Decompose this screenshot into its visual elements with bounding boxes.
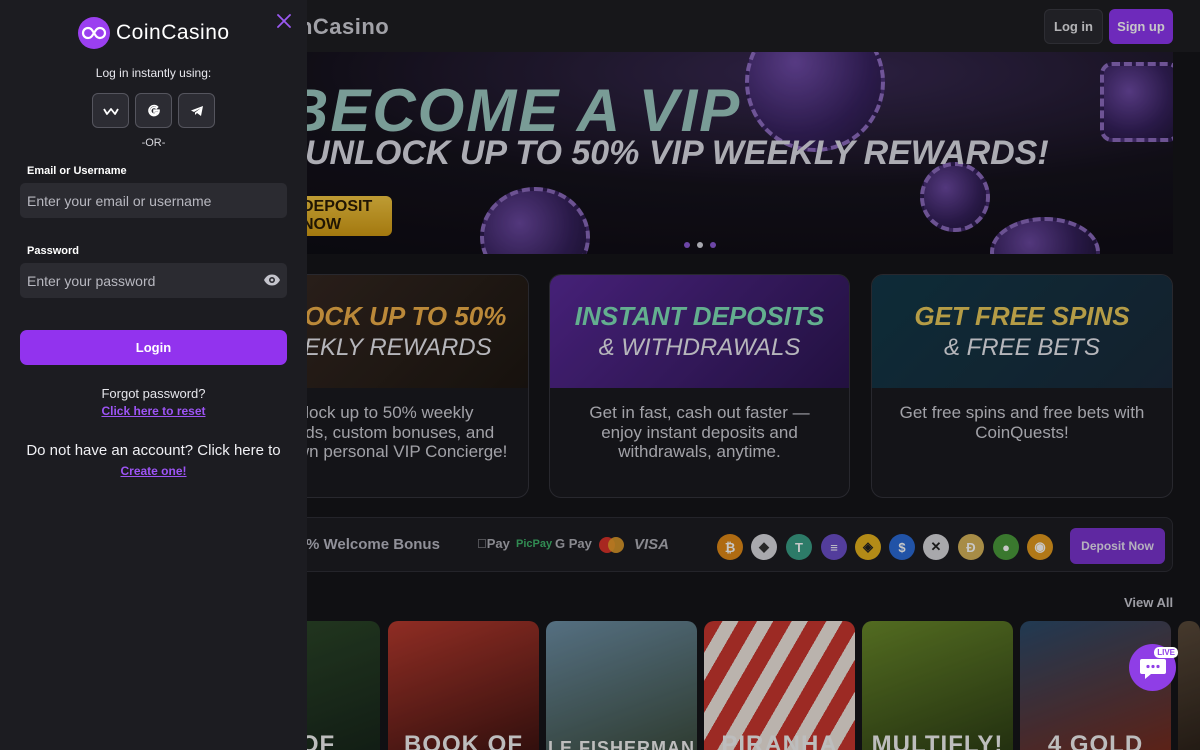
live-badge: LIVE	[1154, 647, 1178, 658]
forgot-password-text: Forgot password?	[101, 386, 206, 401]
reset-password-link[interactable]: Click here to reset	[0, 404, 307, 418]
email-field[interactable]: Enter your email or username	[20, 183, 287, 218]
google-icon	[147, 104, 160, 116]
chat-bubble-icon	[1139, 658, 1166, 679]
no-account-text: Do not have an account? Click here to	[26, 442, 281, 459]
password-field[interactable]: Enter your password	[20, 263, 287, 298]
drawer-logo: CoinCasino	[78, 17, 230, 49]
show-password-icon[interactable]	[263, 273, 281, 287]
login-button[interactable]: Login	[20, 330, 287, 365]
coincasino-logo-icon	[78, 17, 110, 49]
telegram-login-button[interactable]	[178, 93, 215, 128]
email-label: Email or Username	[27, 165, 127, 177]
telegram-icon	[190, 105, 203, 116]
wallet-connect-icon	[102, 107, 119, 115]
or-divider: -OR-	[141, 137, 166, 149]
google-login-button[interactable]	[135, 93, 172, 128]
close-icon[interactable]	[275, 13, 293, 31]
drawer-logo-text: CoinCasino	[116, 21, 230, 44]
instant-login-label: Log in instantly using:	[95, 66, 212, 80]
create-account-link[interactable]: Create one!	[0, 464, 307, 478]
live-chat-button[interactable]: LIVE	[1129, 644, 1178, 691]
wallet-login-button[interactable]	[92, 93, 129, 128]
password-label: Password	[27, 245, 79, 257]
login-drawer: CoinCasino Log in instantly using: -OR- …	[0, 0, 307, 750]
